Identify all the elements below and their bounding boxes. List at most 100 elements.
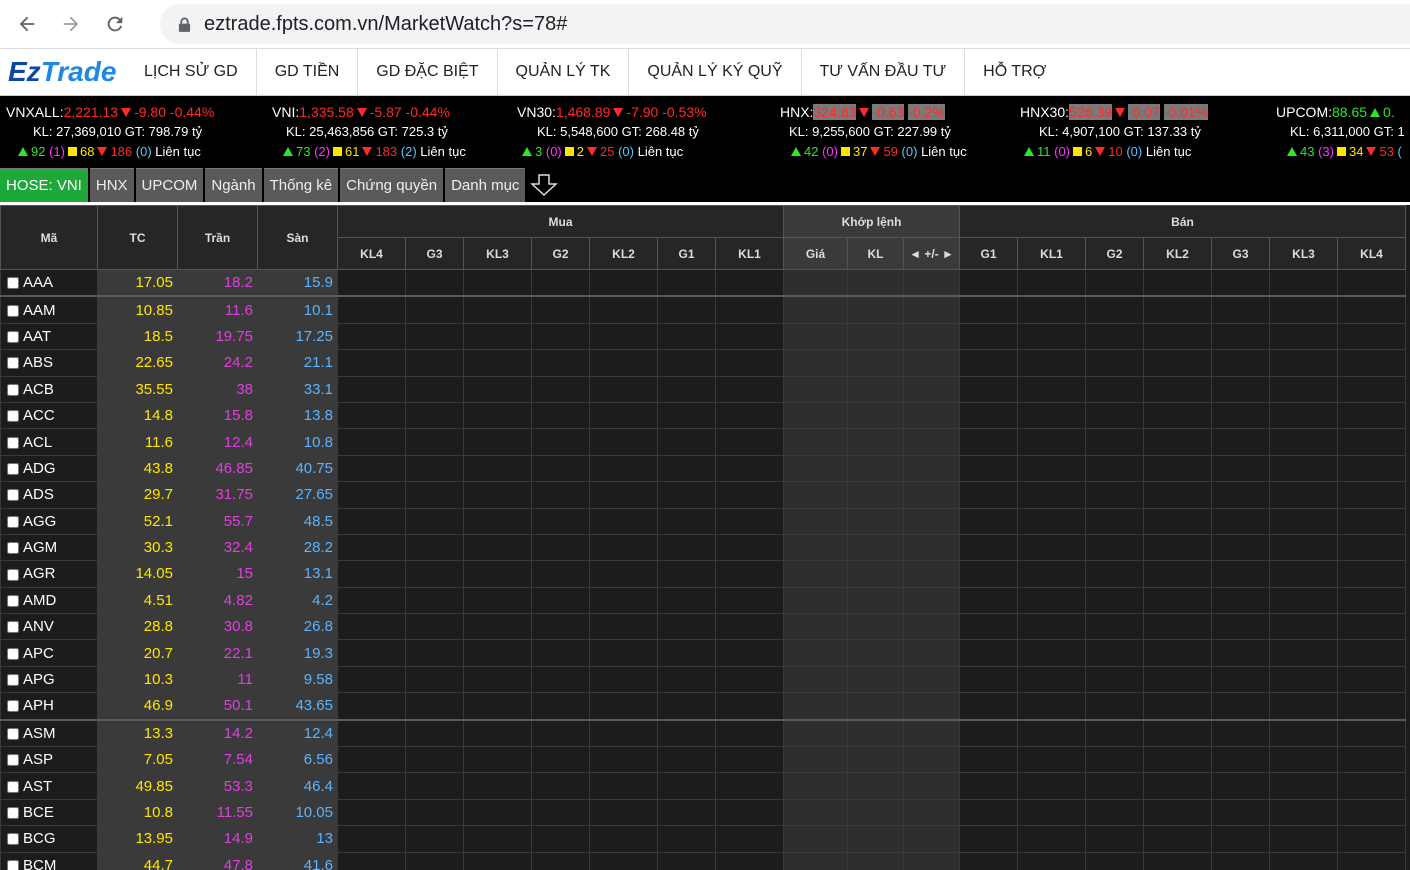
table-row[interactable]: AAA 17.05 18.2 15.9 [0,269,1406,298]
table-row[interactable]: ABS 22.65 24.2 21.1 [0,349,1406,377]
eztrade-logo[interactable]: EzTrade [8,56,126,88]
row-checkbox[interactable] [7,410,19,423]
table-row[interactable]: ASP 7.05 7.54 6.56 [0,746,1406,774]
table-row[interactable]: BCG 13.95 14.9 13 [0,825,1406,853]
row-checkbox[interactable] [7,807,19,820]
col-floor[interactable]: Sàn [257,205,338,270]
menu-item-0[interactable]: LỊCH SỬ GD [126,49,257,95]
tab-6[interactable]: Danh mục [445,168,526,202]
col-buy-0[interactable]: KL4 [337,237,406,270]
back-icon[interactable] [10,7,44,41]
tab-5[interactable]: Chứng quyền [340,168,444,202]
tab-4[interactable]: Thống kê [263,168,339,202]
symbol-cell[interactable]: ACC [0,401,98,430]
symbol-cell[interactable]: AAT [0,322,98,351]
table-row[interactable]: ADG 43.8 46.85 40.75 [0,454,1406,483]
col-sell-1[interactable]: KL1 [1017,237,1086,270]
row-checkbox[interactable] [7,754,19,767]
symbol-cell[interactable]: ANV [0,613,98,641]
table-row[interactable]: AST 49.85 53.3 46.4 [0,772,1406,800]
table-row[interactable]: APH 46.9 50.1 43.65 [0,692,1406,721]
row-checkbox[interactable] [7,700,19,713]
address-bar[interactable]: eztrade.fpts.com.vn/MarketWatch?s=78# [160,4,1410,44]
col-sell-2[interactable]: G2 [1085,237,1144,270]
table-row[interactable]: APG 10.3 11 9.58 [0,665,1406,694]
col-buy-5[interactable]: G1 [657,237,716,270]
row-checkbox[interactable] [7,647,19,660]
col-buy-6[interactable]: KL1 [715,237,784,270]
col-buy-4[interactable]: KL2 [589,237,658,270]
col-match-1[interactable]: KL [847,237,904,270]
col-symbol[interactable]: Mã [0,205,98,270]
tab-3[interactable]: Ngành [205,168,262,202]
row-checkbox[interactable] [7,594,19,607]
table-row[interactable]: BCE 10.8 11.55 10.05 [0,798,1406,827]
symbol-cell[interactable]: BCM [0,851,98,870]
row-checkbox[interactable] [7,357,19,370]
symbol-cell[interactable]: ASM [0,719,98,748]
col-sell-0[interactable]: G1 [959,237,1018,270]
symbol-cell[interactable]: BCE [0,798,98,827]
expand-arrow-icon[interactable] [527,168,561,202]
table-row[interactable]: ACL 11.6 12.4 10.8 [0,428,1406,456]
symbol-cell[interactable]: AAM [0,295,98,324]
symbol-cell[interactable]: AGR [0,560,98,588]
symbol-cell[interactable]: AST [0,772,98,800]
symbol-cell[interactable]: ACL [0,428,98,456]
symbol-cell[interactable]: APG [0,665,98,694]
row-checkbox[interactable] [7,833,19,846]
symbol-cell[interactable]: ABS [0,349,98,377]
table-row[interactable]: ACC 14.8 15.8 13.8 [0,401,1406,430]
row-checkbox[interactable] [7,304,19,317]
row-checkbox[interactable] [7,780,19,793]
col-buy-2[interactable]: KL3 [463,237,532,270]
table-row[interactable]: AGG 52.1 55.7 48.5 [0,507,1406,535]
symbol-cell[interactable]: AGG [0,507,98,535]
menu-item-5[interactable]: TƯ VẤN ĐẦU TƯ [802,49,966,95]
menu-item-6[interactable]: HỖ TRỢ [965,49,1064,95]
row-checkbox[interactable] [7,383,19,396]
row-checkbox[interactable] [7,568,19,581]
table-row[interactable]: ANV 28.8 30.8 26.8 [0,613,1406,641]
reload-icon[interactable] [98,7,132,41]
col-sell-4[interactable]: G3 [1211,237,1270,270]
row-checkbox[interactable] [7,277,19,290]
symbol-cell[interactable]: ADS [0,481,98,509]
symbol-cell[interactable]: AAA [0,269,98,298]
menu-item-1[interactable]: GD TIỀN [257,49,359,95]
menu-item-4[interactable]: QUẢN LÝ KÝ QUỸ [629,49,802,95]
row-checkbox[interactable] [7,515,19,528]
table-row[interactable]: APC 20.7 22.1 19.3 [0,639,1406,667]
col-sell-5[interactable]: KL3 [1269,237,1338,270]
row-checkbox[interactable] [7,436,19,449]
row-checkbox[interactable] [7,542,19,555]
row-checkbox[interactable] [7,859,19,870]
row-checkbox[interactable] [7,621,19,634]
col-match-0[interactable]: Giá [783,237,848,270]
symbol-cell[interactable]: ASP [0,746,98,774]
row-checkbox[interactable] [7,727,19,740]
symbol-cell[interactable]: AGM [0,533,98,562]
symbol-cell[interactable]: AMD [0,586,98,615]
col-sell-6[interactable]: KL4 [1337,237,1406,270]
symbol-cell[interactable]: BCG [0,825,98,853]
row-checkbox[interactable] [7,489,19,502]
table-row[interactable]: ASM 13.3 14.2 12.4 [0,719,1406,748]
col-ceil[interactable]: Trần [177,205,258,270]
symbol-cell[interactable]: ACB [0,375,98,403]
tab-2[interactable]: UPCOM [135,168,204,202]
symbol-cell[interactable]: APC [0,639,98,667]
table-row[interactable]: AAM 10.85 11.6 10.1 [0,295,1406,324]
row-checkbox[interactable] [7,674,19,687]
symbol-cell[interactable]: ADG [0,454,98,483]
col-ref[interactable]: TC [97,205,178,270]
row-checkbox[interactable] [7,462,19,475]
tab-1[interactable]: HNX [89,168,134,202]
table-row[interactable]: ADS 29.7 31.75 27.65 [0,481,1406,509]
table-row[interactable]: AGM 30.3 32.4 28.2 [0,533,1406,562]
table-row[interactable]: AMD 4.51 4.82 4.2 [0,586,1406,615]
col-buy-1[interactable]: G3 [405,237,464,270]
col-match-2[interactable]: ◄ +/- ► [903,237,960,270]
table-row[interactable]: BCM 44.7 47.8 41.6 [0,851,1406,870]
table-row[interactable]: AGR 14.05 15 13.1 [0,560,1406,588]
